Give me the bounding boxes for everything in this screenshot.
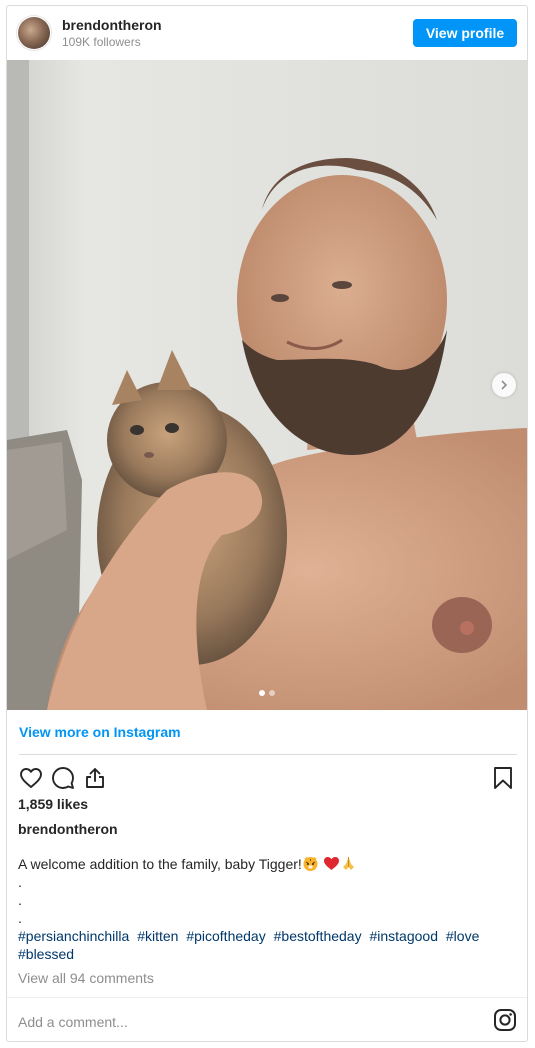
share-icon: [86, 768, 104, 788]
tiger-face-emoji: [302, 855, 319, 876]
chevron-right-icon: [501, 380, 508, 390]
hashtag-list: #persianchinchilla #kitten #picoftheday …: [18, 927, 513, 963]
like-button[interactable]: [17, 764, 45, 792]
divider: [7, 997, 527, 998]
add-comment-input[interactable]: Add a comment...: [18, 1014, 128, 1030]
instagram-embed-card: brendontheron 109K followers View profil…: [6, 5, 528, 1042]
hashtag-link[interactable]: #love: [446, 928, 479, 944]
avatar[interactable]: [16, 15, 52, 51]
red-heart-emoji: [323, 855, 340, 876]
caption-text: A welcome addition to the family, baby T…: [18, 856, 302, 872]
save-button[interactable]: [489, 764, 517, 792]
comment-icon: [52, 767, 74, 789]
hashtag-link[interactable]: #persianchinchilla: [18, 928, 129, 944]
follower-count: 109K followers: [62, 35, 141, 49]
hashtag-link[interactable]: #bestoftheday: [274, 928, 362, 944]
caption-line: .: [18, 892, 22, 908]
caption-author[interactable]: brendontheron: [18, 821, 118, 837]
view-profile-button[interactable]: View profile: [413, 19, 517, 47]
view-all-comments-link[interactable]: View all 94 comments: [18, 970, 154, 986]
carousel-dot: [269, 690, 275, 696]
heart-icon: [20, 768, 42, 788]
carousel-dot-active: [259, 690, 265, 696]
post-photo[interactable]: [7, 60, 527, 710]
username[interactable]: brendontheron: [62, 17, 162, 33]
hashtag-link[interactable]: #kitten: [137, 928, 178, 944]
post-header: brendontheron 109K followers View profil…: [7, 6, 527, 60]
instagram-logo-icon[interactable]: [493, 1008, 517, 1032]
divider: [19, 754, 517, 755]
action-bar: [17, 764, 517, 792]
caption-first-line: A welcome addition to the family, baby T…: [18, 855, 513, 873]
hashtag-link[interactable]: #instagood: [369, 928, 438, 944]
folded-hands-emoji: [340, 855, 357, 876]
post-image-illustration: [7, 60, 527, 710]
caption: A welcome addition to the family, baby T…: [18, 855, 513, 927]
caption-line: .: [18, 910, 22, 926]
comment-button[interactable]: [49, 764, 77, 792]
carousel-next-button[interactable]: [492, 373, 516, 397]
caption-line: .: [18, 874, 22, 890]
carousel-indicator: [259, 690, 275, 696]
view-more-on-instagram-link[interactable]: View more on Instagram: [19, 724, 181, 740]
share-button[interactable]: [81, 764, 109, 792]
hashtag-link[interactable]: #blessed: [18, 946, 74, 962]
bookmark-icon: [494, 767, 512, 789]
hashtag-link[interactable]: #picoftheday: [186, 928, 265, 944]
like-count[interactable]: 1,859 likes: [18, 796, 88, 812]
